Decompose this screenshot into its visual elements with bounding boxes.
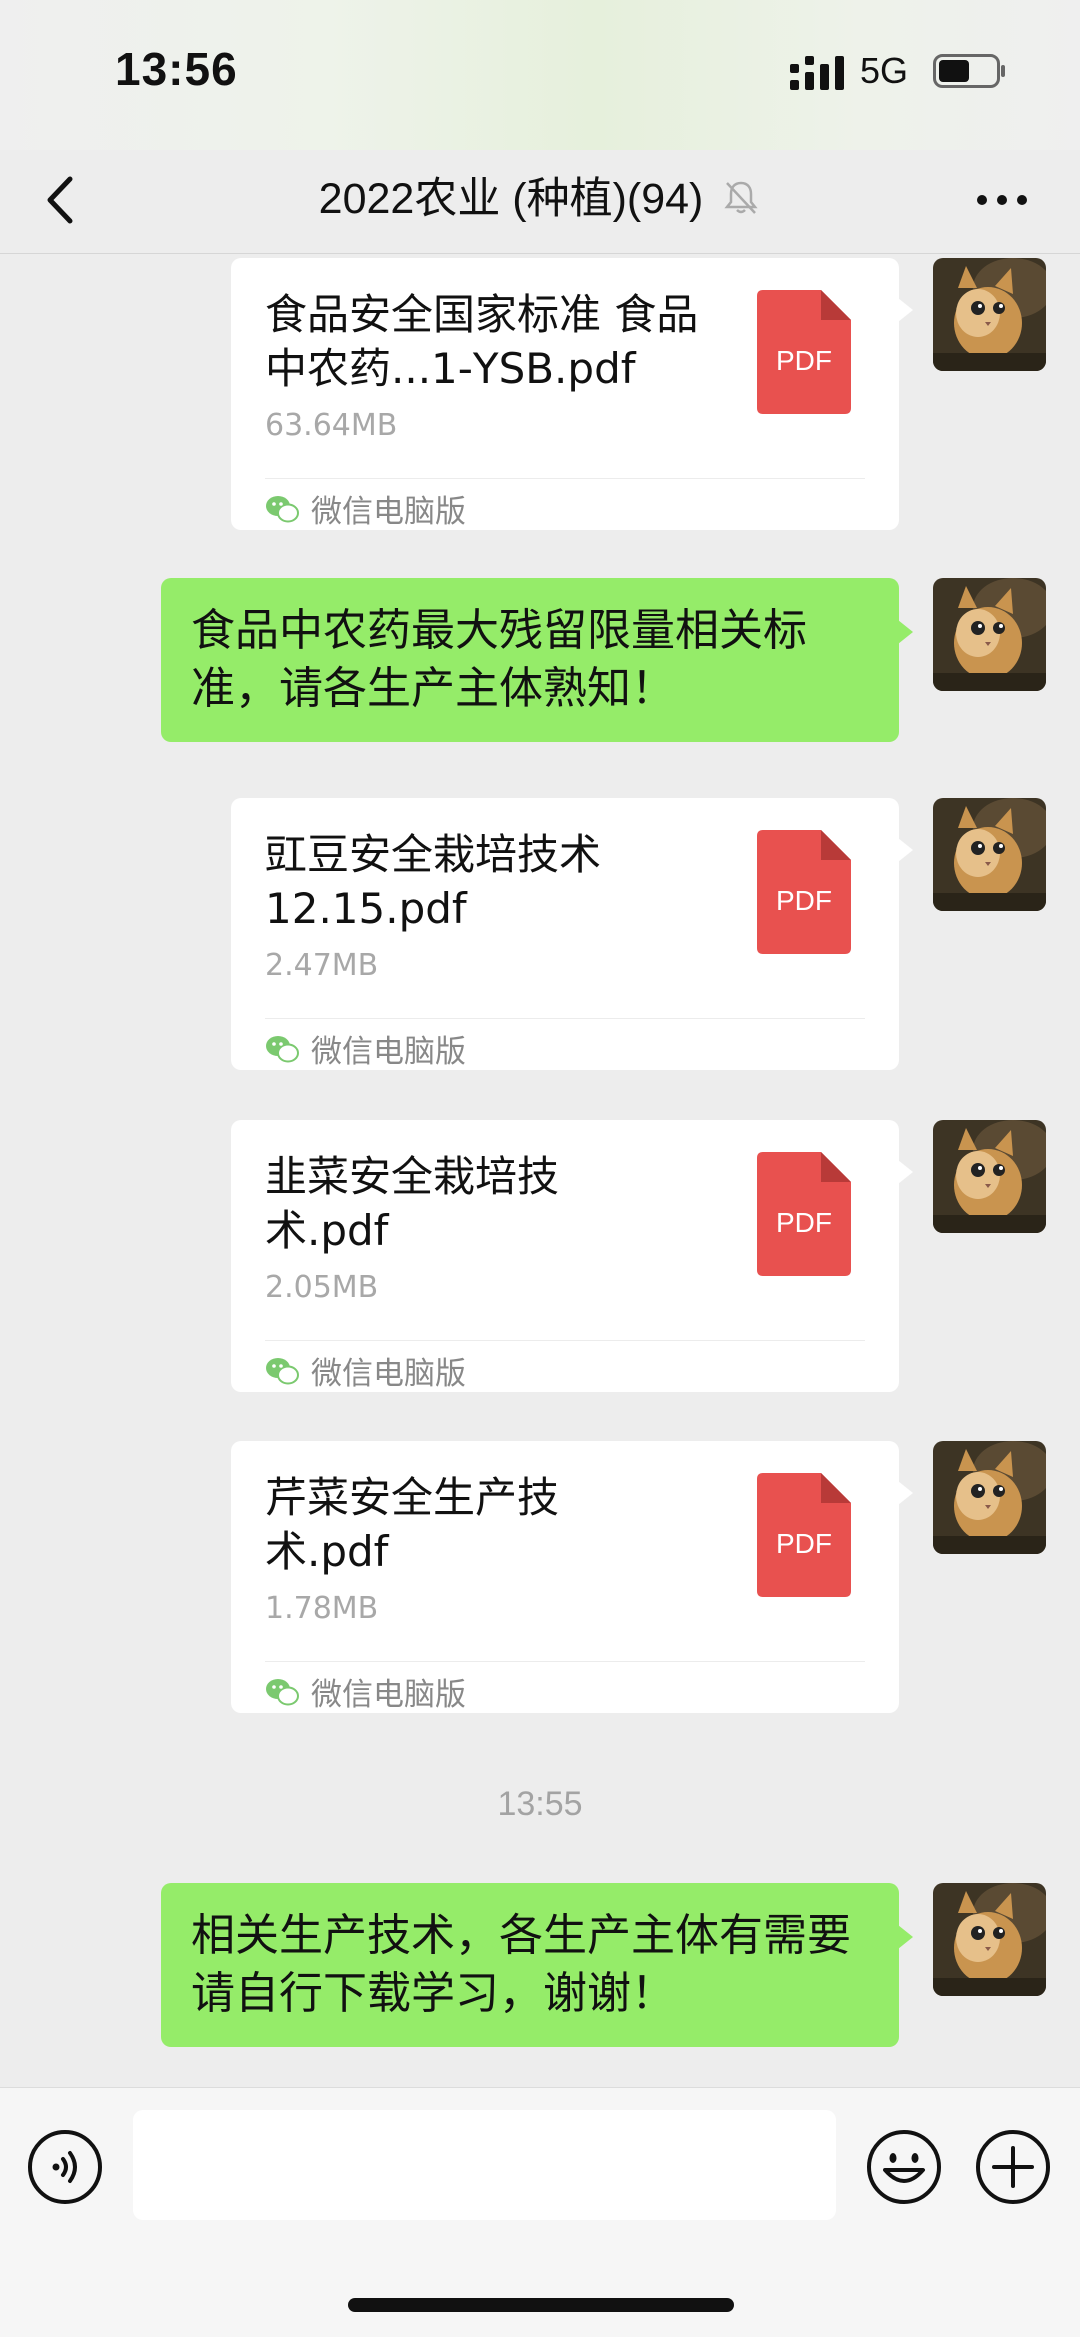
card-source: 微信电脑版	[265, 486, 466, 531]
card-source: 微信电脑版	[265, 1669, 466, 1714]
signal-icon	[790, 56, 844, 90]
pdf-label: PDF	[776, 885, 832, 916]
message-input[interactable]	[133, 2110, 836, 2220]
mute-bell-icon	[724, 181, 758, 214]
cat-avatar-image	[933, 1120, 1046, 1233]
card-divider	[265, 1340, 865, 1341]
pdf-icon: PDF	[757, 830, 851, 954]
card-divider	[265, 1661, 865, 1662]
file-name: 食品安全国家标准 食品中农药...1-YSB.pdf	[265, 290, 699, 393]
pdf-icon: PDF	[757, 290, 851, 414]
cat-avatar-image	[933, 258, 1046, 371]
chat-title-text: 2022农业 (种植)(94)	[318, 175, 704, 223]
file-size: 63.64MB	[265, 408, 398, 443]
text-message[interactable]: 食品中农药最大残留限量相关标准，请各生产主体熟知！	[161, 578, 913, 742]
text-message[interactable]: 相关生产技术，各生产主体有需要请自行下载学习，谢谢！	[161, 1883, 913, 2047]
cat-avatar-image	[933, 1441, 1046, 1554]
wechat-icon	[266, 1357, 299, 1384]
battery-icon	[933, 54, 1005, 88]
file-name: 豇豆安全栽培技术12.15.pdf	[265, 830, 602, 933]
voice-icon[interactable]	[26, 2128, 104, 2206]
card-divider	[265, 1018, 865, 1019]
status-bar: 13:56 5G	[0, 0, 1080, 150]
plus-icon[interactable]	[974, 2128, 1052, 2206]
file-message[interactable]: 韭菜安全栽培技术.pdf 2.05MB PDF 微信电脑版	[231, 1120, 913, 1393]
avatar[interactable]	[933, 1441, 1046, 1554]
pdf-label: PDF	[776, 1207, 832, 1238]
pdf-label: PDF	[776, 1528, 832, 1559]
avatar[interactable]	[933, 258, 1046, 371]
card-divider	[265, 478, 865, 479]
avatar[interactable]	[933, 1120, 1046, 1233]
card-source-label: 微信电脑版	[311, 494, 466, 530]
avatar[interactable]	[933, 578, 1046, 691]
cat-avatar-image	[933, 578, 1046, 691]
message-timestamp: 13:55	[497, 1785, 583, 1823]
file-size: 1.78MB	[265, 1591, 379, 1626]
chat-message-list[interactable]: 食品安全国家标准 食品中农药...1-YSB.pdf 63.64MB PDF 微…	[0, 255, 1080, 2085]
nav-bar: 2022农业 (种植)(94)	[0, 150, 1080, 254]
cat-avatar-image	[933, 1883, 1046, 1996]
wechat-icon	[266, 1678, 299, 1705]
pdf-icon: PDF	[757, 1152, 851, 1276]
file-message[interactable]: 食品安全国家标准 食品中农药...1-YSB.pdf 63.64MB PDF 微…	[231, 258, 913, 531]
network-label: 5G	[860, 50, 909, 91]
chat-title: 2022农业 (种植)(94)	[0, 164, 1080, 226]
emoji-icon[interactable]	[865, 2128, 943, 2206]
file-name: 芹菜安全生产技术.pdf	[265, 1473, 560, 1576]
avatar[interactable]	[933, 1883, 1046, 1996]
pdf-label: PDF	[776, 345, 832, 376]
pdf-icon: PDF	[757, 1473, 851, 1597]
wechat-icon	[266, 1035, 299, 1062]
wechat-icon	[266, 495, 299, 522]
card-source-label: 微信电脑版	[311, 1356, 466, 1392]
card-source-label: 微信电脑版	[311, 1677, 466, 1713]
file-size: 2.05MB	[265, 1270, 379, 1305]
more-options-button[interactable]	[975, 180, 1029, 220]
file-message[interactable]: 芹菜安全生产技术.pdf 1.78MB PDF 微信电脑版	[231, 1441, 913, 1714]
file-message[interactable]: 豇豆安全栽培技术12.15.pdf 2.47MB PDF 微信电脑版	[231, 798, 913, 1071]
file-name: 韭菜安全栽培技术.pdf	[265, 1152, 560, 1255]
card-source: 微信电脑版	[265, 1026, 466, 1071]
card-source-label: 微信电脑版	[311, 1034, 466, 1070]
file-size: 2.47MB	[265, 948, 379, 983]
avatar[interactable]	[933, 798, 1046, 911]
status-time: 13:56	[115, 43, 238, 95]
card-source: 微信电脑版	[265, 1348, 466, 1393]
cat-avatar-image	[933, 798, 1046, 911]
home-indicator[interactable]	[348, 2298, 734, 2312]
